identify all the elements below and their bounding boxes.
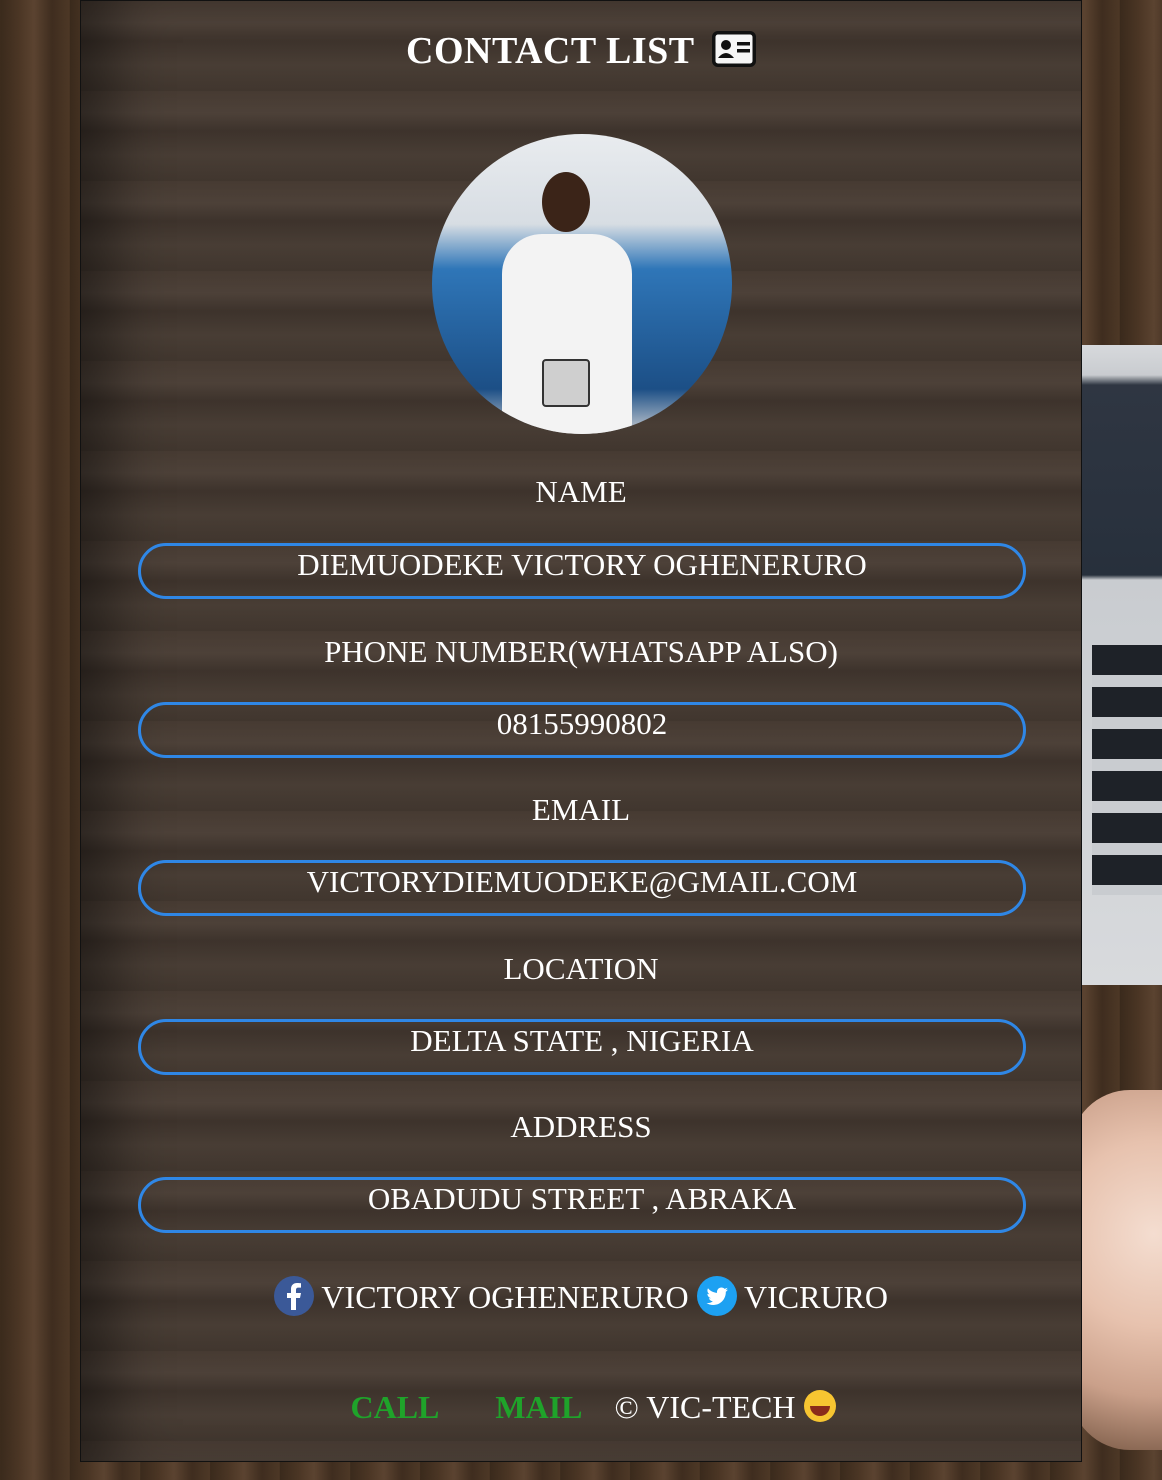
- background-laptop: [1082, 345, 1162, 985]
- facebook-icon[interactable]: [274, 1276, 314, 1324]
- background-hand-cup: [1070, 1090, 1162, 1450]
- address-field: OBADUDU STREET , ABRAKA: [138, 1177, 1026, 1233]
- grinning-face-icon: [803, 1390, 836, 1422]
- mail-link[interactable]: MAIL: [495, 1389, 582, 1425]
- social-links: VICTORY OGHENERURO VICRURO: [81, 1276, 1081, 1324]
- phone-field: 08155990802: [138, 702, 1026, 758]
- id-card-icon: [711, 31, 756, 77]
- address-label: ADDRESS: [510, 1109, 652, 1144]
- name-field: DIEMUODEKE VICTORY OGHENERURO: [138, 543, 1026, 599]
- contact-card: CONTACT LIST NAME DIEMUODEKE VICTORY OGH…: [80, 0, 1082, 1462]
- profile-photo-head: [542, 172, 590, 232]
- location-label: LOCATION: [503, 951, 659, 986]
- background-keyboard: [1092, 645, 1162, 895]
- facebook-link[interactable]: VICTORY OGHENERURO: [321, 1279, 688, 1315]
- name-label: NAME: [535, 474, 627, 509]
- profile-photo: [432, 134, 732, 434]
- twitter-link[interactable]: VICRURO: [744, 1279, 888, 1315]
- footer: CALL MAIL © VIC-TECH: [81, 1389, 1081, 1426]
- location-field: DELTA STATE , NIGERIA: [138, 1019, 1026, 1075]
- twitter-icon[interactable]: [696, 1276, 737, 1324]
- phone-label: PHONE NUMBER(WHATSAPP ALSO): [324, 634, 838, 669]
- email-field: VICTORYDIEMUODEKE@GMAIL.COM: [138, 860, 1026, 916]
- profile-photo-bag: [542, 359, 590, 407]
- email-label: EMAIL: [531, 792, 631, 827]
- page-title: CONTACT LIST: [81, 29, 1081, 77]
- copyright-text: © VIC-TECH: [614, 1389, 796, 1425]
- call-link[interactable]: CALL: [350, 1389, 439, 1425]
- page-title-text: CONTACT LIST: [406, 30, 694, 72]
